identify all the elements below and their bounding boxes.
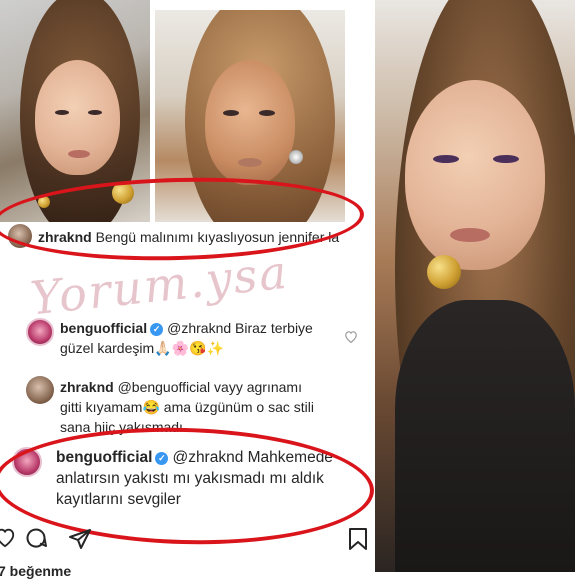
likes-count[interactable]: 7 beğenme [0, 561, 71, 581]
heart-icon[interactable] [0, 526, 16, 553]
comment-3: zhraknd @benguofficial vayy agrınamı [60, 379, 302, 395]
share-icon[interactable] [68, 527, 92, 556]
verified-badge-icon: ✓ [150, 323, 164, 336]
comment-3-line2: gitti kıyamam😂 ama üzgünüm o sac stili [60, 399, 314, 415]
heart-icon[interactable] [344, 330, 358, 348]
avatar[interactable] [26, 318, 54, 346]
photo-bengu-right [375, 0, 575, 572]
comment-username[interactable]: zhraknd [60, 379, 114, 395]
bookmark-icon[interactable] [348, 527, 368, 556]
comment-2-line2: güzel kardeşim🙏🏻🌸😘✨ [60, 340, 224, 356]
avatar[interactable] [26, 376, 54, 404]
comment-username[interactable]: benguofficial [60, 320, 147, 336]
comment-2: benguofficial ✓ @zhraknd Biraz terbiye [60, 320, 313, 336]
comment-icon[interactable] [24, 526, 48, 555]
